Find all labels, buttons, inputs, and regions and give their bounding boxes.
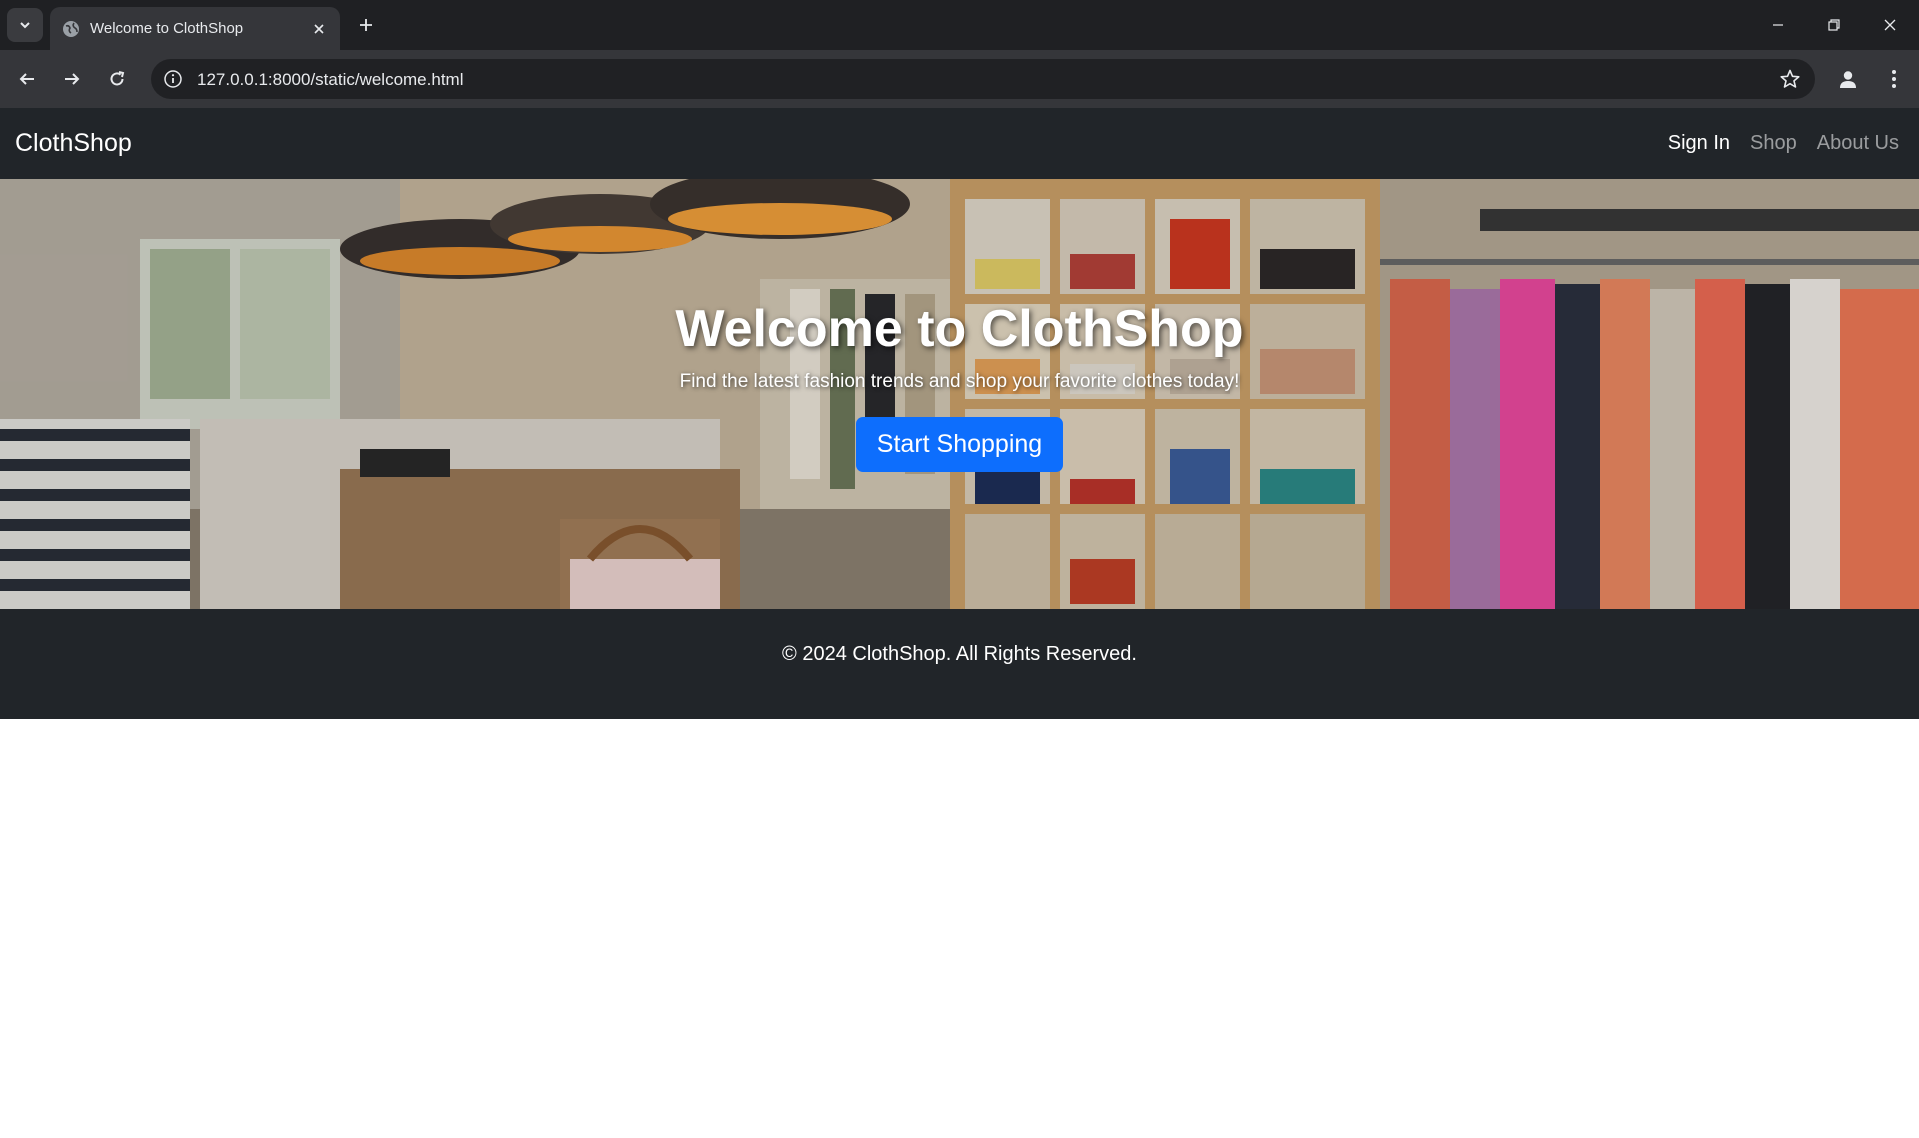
profile-icon: [1840, 71, 1856, 88]
site-navbar: ClothShop Sign In Shop About Us: [0, 108, 1919, 179]
nav-link-sign-in[interactable]: Sign In: [1668, 132, 1730, 155]
address-bar[interactable]: 127.0.0.1:8000/static/welcome.html: [151, 59, 1815, 99]
close-window-button[interactable]: [1868, 8, 1912, 42]
kebab-menu-icon: [1892, 70, 1896, 88]
browser-tab[interactable]: Welcome to ClothShop: [50, 7, 340, 50]
restore-icon: [1828, 19, 1840, 31]
browser-tabstrip: Welcome to ClothShop: [0, 0, 1919, 50]
plus-icon: [360, 19, 372, 31]
back-button[interactable]: [10, 62, 44, 96]
close-icon: [314, 24, 324, 34]
restore-button[interactable]: [1812, 8, 1856, 42]
arrow-right-icon: [65, 73, 80, 85]
site-footer: © 2024 ClothShop. All Rights Reserved.: [0, 609, 1919, 719]
brand-logo[interactable]: ClothShop: [15, 129, 132, 158]
tab-title: Welcome to ClothShop: [90, 20, 244, 37]
hero-content: Welcome to ClothShop Find the latest fas…: [0, 299, 1919, 472]
forward-button[interactable]: [55, 62, 89, 96]
nav-link-about-us[interactable]: About Us: [1817, 132, 1899, 155]
new-tab-button[interactable]: [352, 11, 380, 39]
tab-search-button[interactable]: [7, 8, 43, 42]
minimize-button[interactable]: [1756, 8, 1800, 42]
globe-icon: [63, 21, 79, 37]
footer-copyright: © 2024 ClothShop. All Rights Reserved.: [782, 643, 1137, 665]
nav-links: Sign In Shop About Us: [1668, 132, 1899, 155]
star-icon[interactable]: [1779, 68, 1801, 90]
tab-close-button[interactable]: [308, 18, 330, 40]
profile-button[interactable]: [1831, 62, 1865, 96]
info-icon[interactable]: [163, 69, 183, 89]
menu-button[interactable]: [1877, 62, 1911, 96]
reload-icon: [110, 71, 125, 86]
browser-toolbar: 127.0.0.1:8000/static/welcome.html: [0, 50, 1919, 108]
url-text[interactable]: 127.0.0.1:8000/static/welcome.html: [197, 70, 463, 90]
arrow-left-icon: [19, 73, 34, 85]
start-shopping-button[interactable]: Start Shopping: [855, 417, 1064, 472]
hero-subtitle: Find the latest fashion trends and shop …: [679, 371, 1240, 392]
nav-link-shop[interactable]: Shop: [1750, 132, 1797, 155]
close-icon: [1884, 19, 1896, 31]
hero-title: Welcome to ClothShop: [675, 300, 1244, 358]
reload-button[interactable]: [100, 62, 134, 96]
hero-section: Welcome to ClothShop Find the latest fas…: [0, 179, 1919, 609]
chevron-down-icon: [20, 22, 30, 29]
minimize-icon: [1773, 24, 1783, 26]
